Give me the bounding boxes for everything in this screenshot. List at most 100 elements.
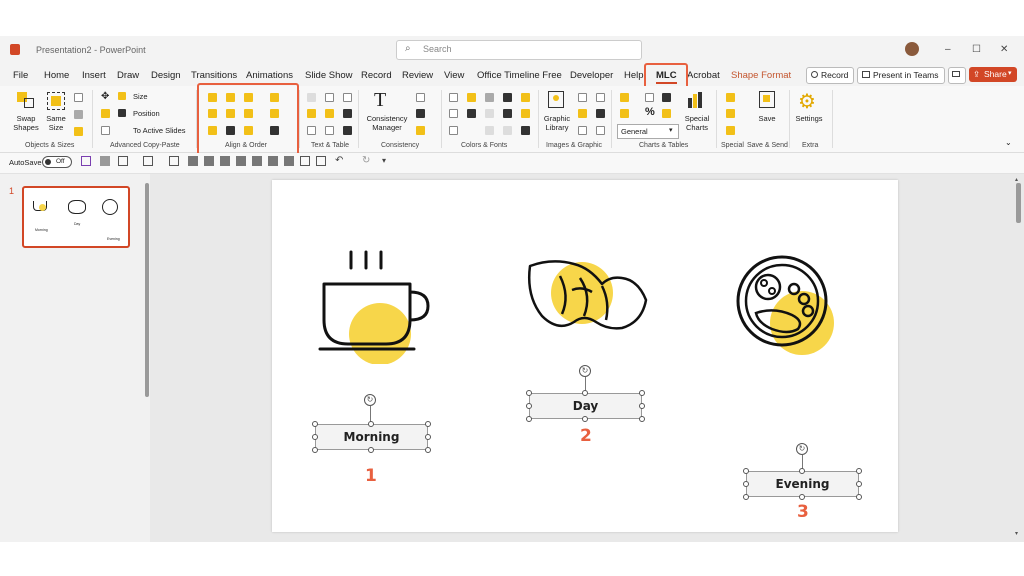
color-swatch-4[interactable] (503, 93, 512, 102)
tab-developer[interactable]: Developer (570, 70, 613, 81)
align-center-icon[interactable] (204, 156, 214, 166)
to-active-slides-button[interactable]: To Active Slides (133, 126, 186, 135)
selection-handle[interactable] (856, 494, 862, 500)
minimize-button[interactable]: – (945, 44, 951, 55)
text-box-icon[interactable] (169, 156, 179, 166)
selection-handle[interactable] (856, 481, 862, 487)
color-swatch-1[interactable] (449, 93, 458, 102)
user-avatar[interactable] (905, 42, 919, 56)
format-painter-icon[interactable] (100, 156, 110, 166)
rotate-handle-icon[interactable]: ↻ (364, 394, 376, 406)
chart-data-icon[interactable] (662, 93, 671, 102)
tab-office-timeline[interactable]: Office Timeline Free (477, 70, 562, 81)
fix-icon[interactable] (416, 109, 425, 118)
selection-handle[interactable] (799, 494, 805, 500)
share-button[interactable]: ⇪ Share ▾ (969, 67, 1017, 82)
color-swatch-2[interactable] (467, 93, 476, 102)
undo-icon[interactable]: ↶ (335, 155, 343, 166)
shape-outline-icon[interactable] (143, 156, 153, 166)
selection-handle[interactable] (639, 416, 645, 422)
tab-transitions[interactable]: Transitions (191, 70, 237, 81)
consistency-manager-button[interactable]: Consistency Manager (362, 114, 412, 132)
font-decrease-icon[interactable] (343, 93, 352, 102)
distribute-icon[interactable] (284, 156, 294, 166)
selection-handle[interactable] (425, 421, 431, 427)
check-icon[interactable] (416, 93, 425, 102)
tab-record[interactable]: Record (361, 70, 392, 81)
crop-icon[interactable] (596, 93, 605, 102)
tab-animations[interactable]: Animations (246, 70, 293, 81)
autosave-toggle[interactable]: Off (42, 156, 72, 168)
selection-handle[interactable] (526, 403, 532, 409)
selection-handle[interactable] (743, 468, 749, 474)
search-box[interactable]: ⌕ Search (396, 40, 642, 60)
color-swatch-7[interactable] (467, 109, 476, 118)
align-left-icon[interactable] (188, 156, 198, 166)
color-swatch-11[interactable] (485, 126, 494, 135)
percent-icon[interactable]: % (645, 106, 655, 118)
image-size-icon[interactable] (578, 126, 587, 135)
tab-draw[interactable]: Draw (117, 70, 139, 81)
copy-position-icon[interactable] (118, 109, 126, 117)
chart-type-icon[interactable] (620, 93, 629, 102)
selection-handle[interactable] (312, 421, 318, 427)
text-autofit-icon[interactable] (325, 109, 334, 118)
align-bottom-icon[interactable] (268, 156, 278, 166)
settings-button[interactable]: Settings (793, 114, 825, 123)
color-swatch-12[interactable] (503, 126, 512, 135)
tab-help[interactable]: Help (624, 70, 644, 81)
color-swatch-6[interactable] (449, 109, 458, 118)
image-replace-icon[interactable] (578, 109, 587, 118)
brush-icon[interactable] (416, 126, 425, 135)
decimal-icon[interactable] (662, 109, 671, 118)
save-button[interactable]: Save (755, 114, 779, 123)
color-swatch-9[interactable] (503, 109, 512, 118)
redo-icon[interactable]: ↻ (362, 155, 370, 166)
number-icon[interactable] (620, 109, 629, 118)
thumbnail-scrollbar[interactable] (145, 183, 149, 397)
position-button[interactable]: Position (133, 109, 160, 118)
close-button[interactable]: ✕ (1000, 44, 1008, 55)
color-swatch-10[interactable] (521, 109, 530, 118)
comments-button[interactable] (948, 67, 966, 84)
table-icon[interactable] (343, 109, 352, 118)
selection-handle[interactable] (743, 494, 749, 500)
resize-width-icon[interactable] (74, 110, 83, 119)
tab-file[interactable]: File (13, 70, 28, 81)
align-top-icon[interactable] (236, 156, 246, 166)
tab-view[interactable]: View (444, 70, 464, 81)
ungroup-icon[interactable] (316, 156, 326, 166)
save-icon[interactable] (81, 156, 91, 166)
selection-handle[interactable] (526, 390, 532, 396)
selection-handle[interactable] (639, 390, 645, 396)
color-swatch-8[interactable] (485, 109, 494, 118)
selection-handle[interactable] (368, 447, 374, 453)
selection-handle[interactable] (526, 416, 532, 422)
record-button[interactable]: Record (806, 67, 854, 84)
selection-handle[interactable] (743, 481, 749, 487)
image-frame-icon[interactable] (596, 126, 605, 135)
rotate-handle-icon[interactable]: ↻ (796, 443, 808, 455)
tab-review[interactable]: Review (402, 70, 433, 81)
tab-shape-format[interactable]: Shape Format (731, 70, 791, 81)
same-size-button[interactable]: Same Size (42, 114, 70, 132)
group-icon[interactable] (300, 156, 310, 166)
table-split-icon[interactable] (325, 126, 334, 135)
slide-thumbnail[interactable]: Morning Day Evening (22, 186, 130, 248)
swap-shapes-button[interactable]: Swap Shapes (10, 114, 42, 132)
selection-handle[interactable] (856, 468, 862, 474)
selection-handle[interactable] (582, 416, 588, 422)
tab-insert[interactable]: Insert (82, 70, 106, 81)
tab-slide-show[interactable]: Slide Show (305, 70, 353, 81)
special-3-icon[interactable] (726, 126, 735, 135)
font-increase-icon[interactable] (325, 93, 334, 102)
table-format-icon[interactable] (307, 126, 316, 135)
selection-handle[interactable] (582, 390, 588, 396)
special-1-icon[interactable] (726, 93, 735, 102)
resize-height-icon[interactable] (74, 127, 83, 136)
shape-fill-icon[interactable] (118, 156, 128, 166)
align-middle-icon[interactable] (252, 156, 262, 166)
rotate-handle-icon[interactable]: ↻ (579, 365, 591, 377)
size-button[interactable]: Size (133, 92, 148, 101)
image-icon[interactable] (578, 93, 587, 102)
